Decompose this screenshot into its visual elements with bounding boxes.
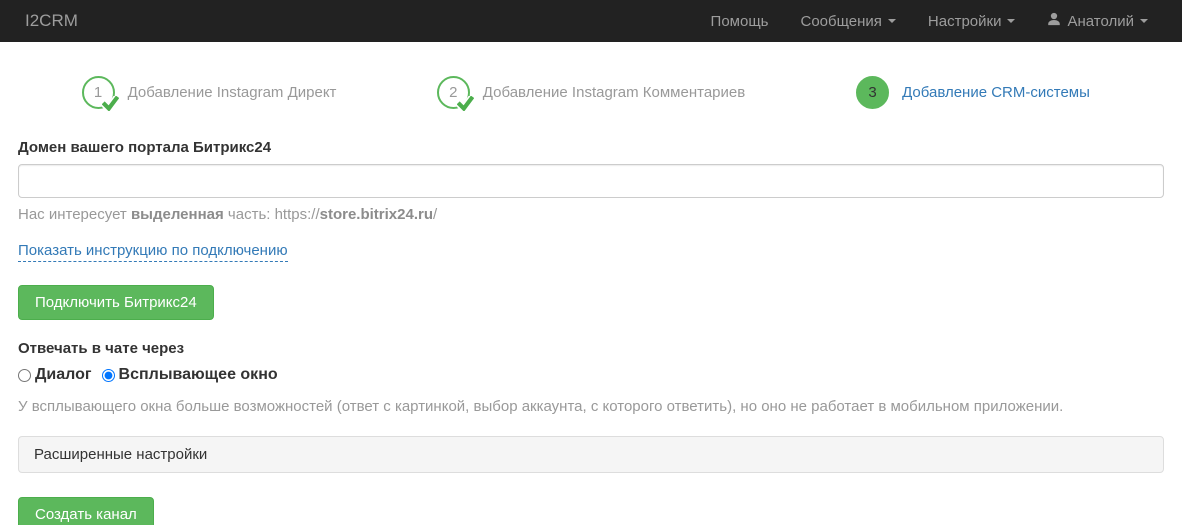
step-label: Добавление Instagram Директ [128, 84, 337, 101]
radio-popup-label[interactable]: Всплывающее окно [119, 366, 278, 384]
connect-bitrix24-button[interactable]: Подключить Битрикс24 [18, 285, 214, 320]
step-number: 3 [868, 84, 876, 101]
help-text-part: Нас интересует [18, 206, 131, 223]
wizard-steps: 1 Добавление Instagram Директ 2 Добавлен… [0, 76, 1182, 109]
nav-item-label: Помощь [711, 13, 769, 30]
nav-item-user-menu[interactable]: Анатолий [1031, 12, 1164, 30]
step-3-crm-system[interactable]: 3 Добавление CRM-системы [782, 76, 1164, 109]
radio-dialog[interactable] [18, 369, 31, 382]
check-icon [457, 96, 474, 115]
help-text-bold: выделенная [131, 206, 224, 223]
step-label: Добавление CRM-системы [902, 84, 1090, 101]
nav-item-settings[interactable]: Настройки [912, 13, 1032, 30]
nav-item-messages[interactable]: Сообщения [784, 13, 911, 30]
navbar-menu: Помощь Сообщения Настройки Анатолий [695, 12, 1164, 30]
help-text-part: / [433, 206, 437, 223]
caret-down-icon [888, 19, 896, 23]
domain-help-text: Нас интересует выделенная часть: https:/… [18, 206, 1164, 223]
step-1-circle: 1 [82, 76, 115, 109]
step-3-circle: 3 [856, 76, 889, 109]
caret-down-icon [1007, 19, 1015, 23]
user-icon [1047, 12, 1061, 30]
radio-dialog-label[interactable]: Диалог [35, 366, 92, 384]
step-label: Добавление Instagram Комментариев [483, 84, 745, 101]
advanced-settings-panel[interactable]: Расширенные настройки [18, 436, 1164, 473]
domain-input[interactable] [18, 164, 1164, 198]
popup-note-text: У всплывающего окна больше возможностей … [18, 398, 1164, 415]
check-icon [102, 96, 119, 115]
chat-mode-radios: Диалог Всплывающее окно [18, 366, 1164, 384]
nav-item-label: Сообщения [800, 13, 881, 30]
brand-logo[interactable]: I2CRM [25, 11, 78, 31]
show-instruction-link[interactable]: Показать инструкцию по подключению [18, 242, 288, 262]
help-text-bold: store.bitrix24.ru [320, 206, 433, 223]
main-content: Домен вашего портала Битрикс24 Нас интер… [0, 139, 1182, 525]
step-2-instagram-comments[interactable]: 2 Добавление Instagram Комментариев [400, 76, 782, 109]
nav-item-label: Настройки [928, 13, 1002, 30]
nav-item-label: Анатолий [1067, 13, 1134, 30]
nav-item-help[interactable]: Помощь [695, 13, 785, 30]
chat-mode-label: Отвечать в чате через [18, 340, 1164, 357]
caret-down-icon [1140, 19, 1148, 23]
top-navbar: I2CRM Помощь Сообщения Настройки Анатоли… [0, 0, 1182, 42]
radio-popup[interactable] [102, 369, 115, 382]
domain-label: Домен вашего портала Битрикс24 [18, 139, 1164, 156]
step-1-instagram-direct[interactable]: 1 Добавление Instagram Директ [18, 76, 400, 109]
help-text-part: часть: https:// [224, 206, 320, 223]
step-2-circle: 2 [437, 76, 470, 109]
create-channel-button[interactable]: Создать канал [18, 497, 154, 525]
